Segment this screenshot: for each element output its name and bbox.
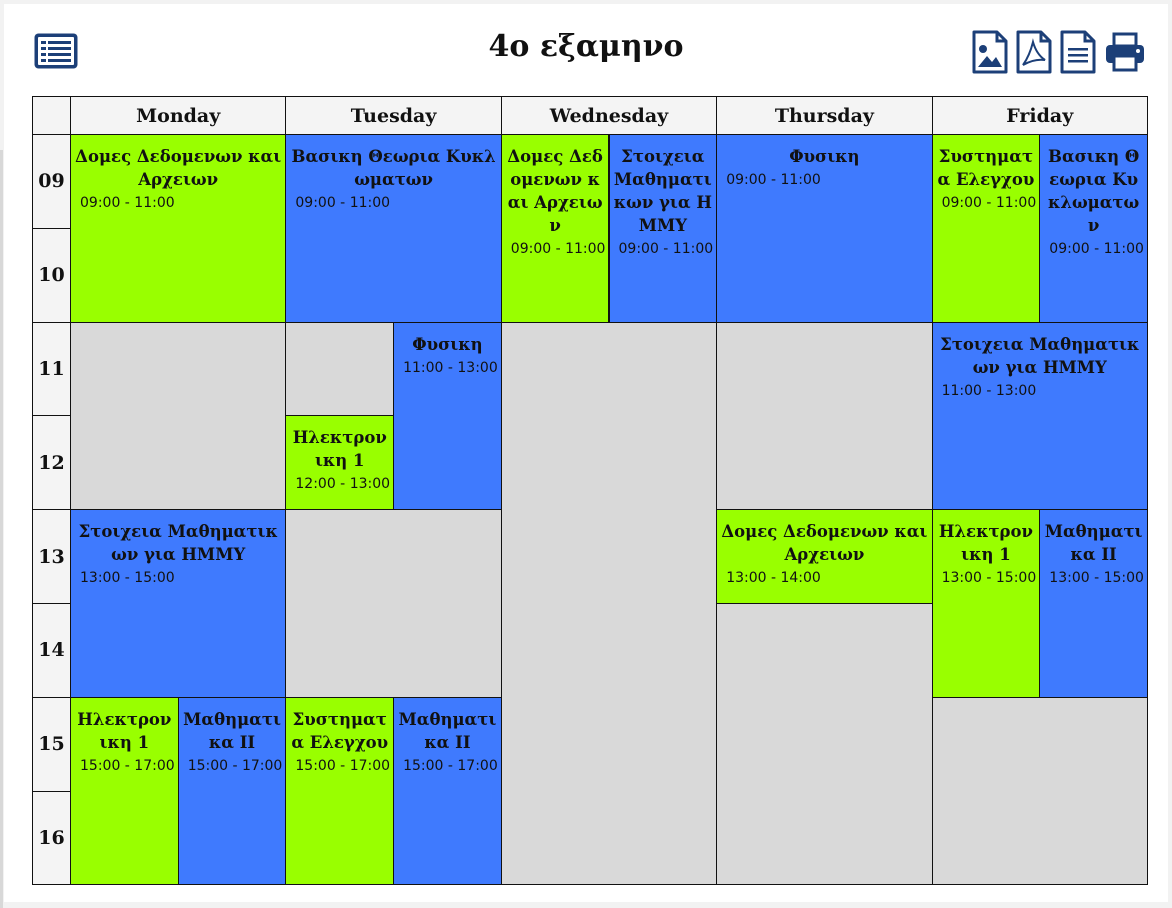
course-title: Φυσικη [412, 334, 483, 354]
course-title: Συστηματα Ελεγχου [937, 147, 1035, 189]
course-event[interactable]: Δομες Δεδομενων και Αρχειων 13:00 - 14:00 [716, 509, 933, 604]
course-title: Μαθηματικα ΙΙ [398, 709, 497, 752]
course-event[interactable]: Ηλεκτρονικη 1 15:00 - 17:00 [70, 696, 179, 886]
course-time: 12:00 - 13:00 [295, 476, 391, 493]
course-time: 15:00 - 17:00 [187, 757, 283, 774]
course-time: 09:00 - 11:00 [618, 241, 714, 257]
course-time: 15:00 - 17:00 [80, 757, 175, 774]
course-event[interactable]: Στοιχεια Μαθηματικων για ΗΜΜΥ 09:00 - 11:… [608, 134, 718, 323]
day-header: Thursday [716, 96, 933, 135]
empty-slot [285, 509, 502, 698]
corner-cell [32, 96, 71, 135]
hour-label: 12 [32, 415, 71, 511]
day-header: Friday [931, 96, 1148, 135]
empty-slot [285, 321, 395, 417]
hour-label: 14 [32, 603, 71, 698]
timetable-page: 4ο εξαμηνο Monday Tuesday Wednesday Thur… [4, 4, 1168, 902]
course-time: 15:00 - 17:00 [403, 757, 498, 774]
course-event[interactable]: Συστηματα Ελεγχου 15:00 - 17:00 [285, 696, 395, 886]
course-title: Βασικη Θεωρια Κυκλωματων [291, 147, 496, 189]
day-header: Wednesday [500, 96, 718, 135]
course-time: 09:00 - 11:00 [295, 195, 391, 211]
course-event[interactable]: Φυσικη 11:00 - 13:00 [393, 321, 502, 511]
course-time: 13:00 - 14:00 [726, 570, 821, 587]
day-header: Monday [70, 96, 287, 135]
course-event[interactable]: Μαθηματικα ΙΙ 15:00 - 17:00 [393, 696, 502, 886]
hour-label: 09 [32, 134, 71, 229]
course-title: Συστηματα Ελεγχου [291, 709, 389, 752]
empty-slot [500, 321, 718, 886]
course-time: 09:00 - 11:00 [726, 172, 821, 188]
course-event[interactable]: Στοιχεια Μαθηματικων για ΗΜΜΥ 13:00 - 15:… [70, 509, 287, 698]
empty-slot [716, 321, 933, 511]
course-title: Ηλεκτρονικη 1 [77, 709, 172, 752]
course-title: Δομες Δεδομενων και Αρχειων [507, 147, 603, 235]
course-event[interactable]: Στοιχεια Μαθηματικων για ΗΜΜΥ 11:00 - 13:… [931, 321, 1148, 511]
course-title: Ηλεκτρονικη 1 [292, 428, 387, 471]
document-export-icon[interactable] [1058, 30, 1098, 74]
course-event[interactable]: Βασικη Θεωρια Κυκλωματων 09:00 - 11:00 [285, 134, 502, 323]
course-time: 13:00 - 15:00 [941, 570, 1037, 587]
hour-label: 16 [32, 790, 71, 886]
print-icon[interactable] [1104, 30, 1146, 74]
course-title: Στοιχεια Μαθηματικων για ΗΜΜΥ [78, 522, 278, 565]
hour-label: 15 [32, 696, 71, 792]
course-title: Στοιχεια Μαθηματικων για ΗΜΜΥ [613, 147, 712, 235]
course-title: Μαθηματικα ΙΙ [1044, 522, 1143, 565]
empty-slot [931, 696, 1148, 886]
course-event[interactable]: Συστηματα Ελεγχου 09:00 - 11:00 [931, 134, 1041, 323]
course-event[interactable]: Ηλεκτρονικη 1 12:00 - 13:00 [285, 415, 395, 511]
empty-slot [716, 603, 933, 886]
course-time: 11:00 - 13:00 [403, 359, 498, 376]
course-event[interactable]: Μαθηματικα ΙΙ 15:00 - 17:00 [177, 696, 287, 886]
course-time: 09:00 - 11:00 [80, 195, 175, 211]
course-time: 15:00 - 17:00 [295, 757, 391, 774]
pdf-export-icon[interactable] [1014, 30, 1054, 74]
course-title: Ηλεκτρονικη 1 [938, 522, 1033, 565]
course-title: Βασικη Θεωρια Κυκλωματων [1048, 147, 1140, 235]
course-event[interactable]: Δομες Δεδομενων και Αρχειων 09:00 - 11:00 [70, 134, 287, 323]
course-time: 13:00 - 15:00 [80, 570, 175, 587]
course-event[interactable]: Φυσικη 09:00 - 11:00 [716, 134, 933, 323]
course-title: Στοιχεια Μαθηματικων για ΗΜΜΥ [940, 334, 1140, 377]
course-time: 09:00 - 11:00 [941, 195, 1037, 211]
course-title: Μαθηματικα ΙΙ [183, 709, 281, 752]
course-time: 11:00 - 13:00 [941, 382, 1037, 399]
course-event[interactable]: Δομες Δεδομενων και Αρχειων 09:00 - 11:00 [500, 134, 610, 323]
course-title: Δομες Δεδομενων και Αρχειων [75, 147, 282, 189]
page-edge-shadow [0, 150, 3, 908]
course-time: 13:00 - 15:00 [1049, 570, 1144, 587]
course-time: 09:00 - 11:00 [1049, 241, 1144, 257]
course-event[interactable]: Βασικη Θεωρια Κυκλωματων 09:00 - 11:00 [1039, 134, 1148, 323]
empty-slot [70, 321, 287, 511]
course-title: Φυσικη [789, 147, 860, 166]
hour-label: 11 [32, 321, 71, 417]
hour-label: 10 [32, 227, 71, 323]
hour-label: 13 [32, 509, 71, 604]
course-event[interactable]: Μαθηματικα ΙΙ 13:00 - 15:00 [1039, 509, 1148, 698]
day-header: Tuesday [285, 96, 502, 135]
course-title: Δομες Δεδομενων και Αρχειων [721, 522, 928, 565]
course-time: 09:00 - 11:00 [510, 241, 606, 257]
course-event[interactable]: Ηλεκτρονικη 1 13:00 - 15:00 [931, 509, 1041, 698]
image-export-icon[interactable] [970, 30, 1010, 74]
